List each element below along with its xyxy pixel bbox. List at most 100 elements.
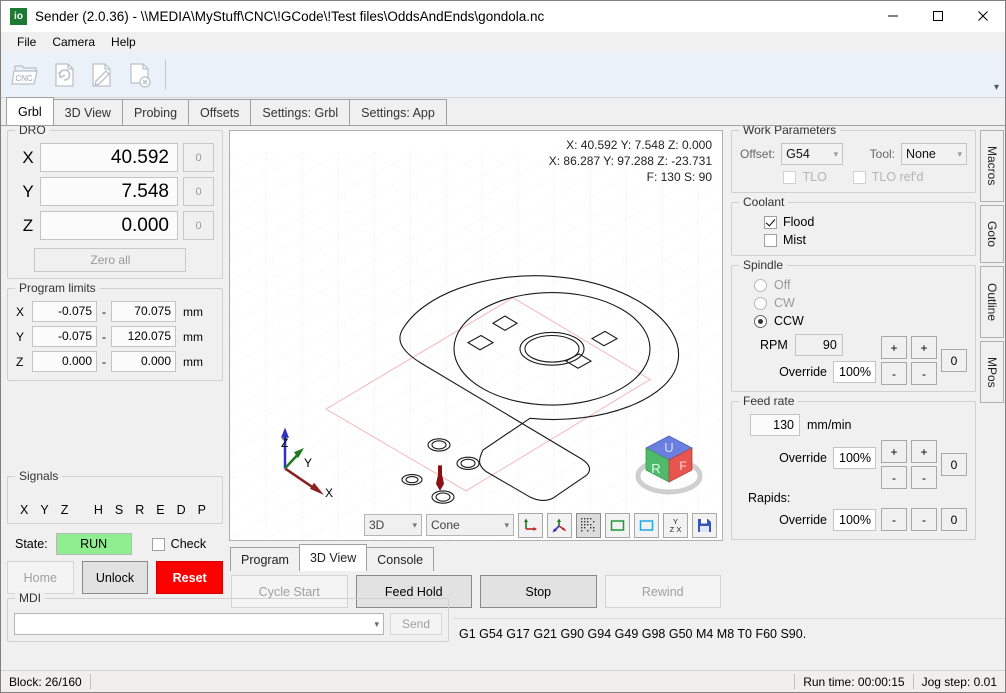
show-program-bounds-icon[interactable] [605, 512, 630, 538]
feed-override-minus-big[interactable]: - [881, 466, 907, 489]
3d-viewport[interactable]: Z Y X U R F X: 40.592 Y: 7.548 Z: 0.000 … [229, 130, 723, 541]
reset-button[interactable]: Reset [156, 561, 224, 594]
status-run-time: Run time: 00:00:15 [803, 674, 905, 689]
spindle-mode-off[interactable]: Off [754, 278, 967, 292]
feed-override-plus-small[interactable]: + [911, 440, 937, 463]
coolant-title: Coolant [739, 195, 789, 209]
spindle-group: Spindle Off CW CCW RPM 90 Override 100% … [731, 258, 976, 392]
dro-zero-y-button[interactable]: 0 [183, 177, 214, 206]
center-tab-strip: Program 3D View Console [229, 544, 723, 571]
chevron-down-icon[interactable]: ▾ [945, 149, 962, 160]
toggle-grid-icon[interactable] [576, 512, 601, 538]
dro-value-x[interactable]: 40.592 [40, 143, 178, 172]
close-icon[interactable] [960, 1, 1005, 32]
dro-zero-x-button[interactable]: 0 [183, 143, 214, 172]
axis-labels-icon[interactable]: Y Z X [663, 512, 688, 538]
home-button[interactable]: Home [7, 561, 74, 594]
chevron-down-icon[interactable]: ▾ [374, 619, 379, 630]
view-cube[interactable]: U R F [631, 422, 707, 498]
gcode-modal-status: G1 G54 G17 G21 G90 G94 G49 G98 G50 M4 M8… [453, 618, 1005, 648]
spindle-override-plus-small[interactable]: + [911, 336, 937, 359]
rapids-override-reset[interactable]: 0 [941, 508, 967, 531]
spindle-mode-ccw[interactable]: CCW [754, 314, 967, 328]
tlo-toggle[interactable]: TLO [783, 170, 827, 184]
radio-ccw-icon[interactable] [754, 314, 767, 328]
tab-3d-view-bottom[interactable]: 3D View [298, 544, 368, 571]
save-view-icon[interactable] [692, 512, 717, 538]
tab-program[interactable]: Program [230, 547, 300, 571]
vtab-mpos[interactable]: MPos [980, 341, 1004, 403]
main-toolbar: CNC ▾ [1, 52, 1005, 98]
mist-checkbox[interactable] [764, 233, 777, 247]
program-limit-dash: - [102, 329, 106, 344]
dro-value-z[interactable]: 0.000 [40, 211, 178, 240]
application-window: io Sender (2.0.36) - \\MEDIA\MyStuff\CNC… [0, 0, 1006, 693]
vtab-goto[interactable]: Goto [980, 205, 1004, 263]
tab-settings-grbl[interactable]: Settings: Grbl [250, 99, 351, 125]
feed-override-reset[interactable]: 0 [941, 453, 967, 476]
offset-select[interactable]: G54 ▾ [781, 143, 844, 165]
mdi-send-button[interactable]: Send [390, 613, 442, 635]
tlo-checkbox[interactable] [783, 170, 797, 184]
spindle-override-minus-big[interactable]: - [881, 362, 907, 385]
rapids-override-minus-small[interactable]: - [911, 508, 937, 531]
tab-console[interactable]: Console [366, 547, 435, 571]
program-limits-title: Program limits [15, 281, 100, 295]
unlock-button[interactable]: Unlock [81, 561, 149, 594]
spindle-mode-cw[interactable]: CW [754, 296, 967, 310]
feed-override-minus-small[interactable]: - [911, 466, 937, 489]
zero-all-button[interactable]: Zero all [34, 248, 187, 272]
mist-toggle[interactable]: Mist [764, 233, 967, 247]
dro-zero-z-button[interactable]: 0 [183, 211, 214, 240]
edit-file-icon[interactable] [83, 56, 121, 94]
menu-camera[interactable]: Camera [44, 33, 103, 51]
view-mode-select[interactable]: 3D ▾ [364, 514, 422, 536]
vtab-macros[interactable]: Macros [980, 130, 1004, 202]
menu-help[interactable]: Help [103, 33, 144, 51]
chevron-down-icon[interactable]: ▾ [494, 520, 509, 531]
spindle-override-minus-small[interactable]: - [911, 362, 937, 385]
maximize-icon[interactable] [915, 1, 960, 32]
tab-3d-view[interactable]: 3D View [52, 99, 123, 125]
tool-shape-select[interactable]: Cone ▾ [426, 514, 514, 536]
flood-checkbox[interactable] [764, 215, 777, 229]
mdi-input[interactable]: ▾ [14, 613, 384, 635]
check-mode-toggle[interactable]: Check [151, 537, 206, 551]
tab-offsets[interactable]: Offsets [188, 99, 252, 125]
rapids-override-minus-big[interactable]: - [881, 508, 907, 531]
toolbar-overflow-icon[interactable]: ▾ [994, 82, 999, 93]
rewind-button[interactable]: Rewind [604, 575, 721, 608]
work-origin-axes-icon[interactable] [547, 512, 572, 538]
dro-value-y[interactable]: 7.548 [40, 177, 178, 206]
show-machine-bounds-icon[interactable] [634, 512, 659, 538]
stop-button[interactable]: Stop [480, 575, 597, 608]
tlo-refd-toggle[interactable]: TLO ref'd [852, 170, 924, 184]
chevron-down-icon[interactable]: ▾ [822, 149, 839, 160]
close-file-icon[interactable] [121, 56, 159, 94]
menu-file[interactable]: File [9, 33, 44, 51]
tab-grbl[interactable]: Grbl [6, 97, 54, 125]
tlo-refd-checkbox[interactable] [852, 170, 866, 184]
spindle-override-plus-big[interactable]: + [881, 336, 907, 359]
vtab-outline[interactable]: Outline [980, 266, 1004, 338]
rapids-override-value: 100% [833, 508, 876, 531]
tab-probing[interactable]: Probing [121, 99, 190, 125]
open-cnc-folder-icon[interactable]: CNC [7, 56, 45, 94]
feed-override-plus-big[interactable]: + [881, 440, 907, 463]
chevron-down-icon[interactable]: ▾ [402, 520, 417, 531]
spindle-override-label: Override [779, 365, 827, 379]
tool-select[interactable]: None ▾ [901, 143, 967, 165]
flood-toggle[interactable]: Flood [764, 215, 967, 229]
tool-label: Tool: [869, 147, 895, 161]
machine-origin-axes-icon[interactable] [518, 512, 543, 538]
signals-group: Signals X Y Z H S R E D P [7, 469, 223, 524]
check-mode-checkbox[interactable] [151, 537, 165, 551]
rpm-value[interactable]: 90 [794, 334, 843, 356]
tab-settings-app[interactable]: Settings: App [349, 99, 447, 125]
radio-off-icon[interactable] [754, 278, 767, 292]
minimize-icon[interactable] [870, 1, 915, 32]
program-limit-y-min: -0.075 [32, 326, 97, 347]
reload-file-icon[interactable] [45, 56, 83, 94]
radio-cw-icon[interactable] [754, 296, 767, 310]
spindle-override-reset[interactable]: 0 [941, 349, 967, 372]
